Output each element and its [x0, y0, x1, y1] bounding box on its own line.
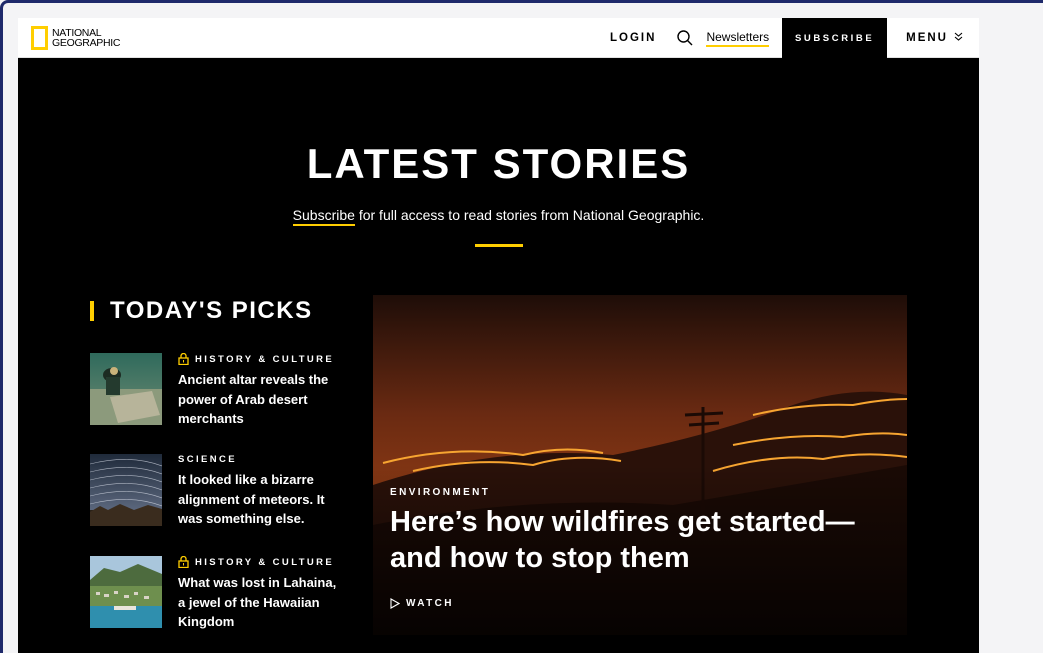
heading-accent-bar: [90, 301, 94, 321]
natgeo-logo[interactable]: NATIONAL GEOGRAPHIC: [31, 25, 120, 51]
feature-story-card[interactable]: ENVIRONMENT Here’s how wildfires get sta…: [373, 295, 907, 635]
browser-frame: NATIONAL GEOGRAPHIC LOGIN Newsletters SU…: [0, 0, 1043, 653]
subtitle: Subscribe for full access to read storie…: [18, 207, 979, 226]
subscribe-link[interactable]: Subscribe: [292, 207, 355, 226]
title-underline: [475, 244, 523, 247]
menu-label: MENU: [906, 32, 948, 44]
pick-headline[interactable]: It looked like a bizarre alignment of me…: [178, 470, 343, 529]
pick-thumbnail-diver[interactable]: [90, 353, 162, 425]
lock-icon: [178, 556, 189, 568]
chevron-down-icon: [954, 32, 963, 44]
play-icon: [390, 598, 400, 609]
feature-headline[interactable]: Here’s how wildfires get started—and how…: [390, 504, 890, 576]
pick-category: SCIENCE: [178, 454, 238, 465]
pick-thumbnail-star-trails[interactable]: [90, 454, 162, 526]
todays-picks-label: TODAY'S PICKS: [110, 297, 313, 324]
page-title: LATEST STORIES: [306, 140, 691, 187]
top-nav: NATIONAL GEOGRAPHIC LOGIN Newsletters SU…: [18, 18, 979, 58]
pick-headline[interactable]: What was lost in Lahaina, a jewel of the…: [178, 573, 343, 632]
pick-thumbnail-lahaina[interactable]: [90, 556, 162, 628]
pick-item-1[interactable]: HISTORY & CULTURE Ancient altar reveals …: [90, 353, 340, 433]
login-link[interactable]: LOGIN: [610, 32, 656, 44]
newsletters-link[interactable]: Newsletters: [706, 30, 770, 47]
subtitle-text: for full access to read stories from Nat…: [354, 207, 705, 223]
logo-line2: GEOGRAPHIC: [52, 37, 121, 49]
lock-icon: [178, 353, 189, 365]
todays-picks-heading: TODAY'S PICKS: [90, 297, 313, 325]
pick-headline[interactable]: Ancient altar reveals the power of Arab …: [178, 370, 343, 429]
watch-label: WATCH: [406, 598, 454, 609]
pick-item-3[interactable]: HISTORY & CULTURE What was lost in Lahai…: [90, 556, 340, 636]
feature-image-wildfire: [373, 295, 907, 635]
subscribe-label: SUBSCRIBE: [794, 32, 875, 44]
pick-category: HISTORY & CULTURE: [195, 353, 335, 365]
search-icon[interactable]: [676, 29, 694, 47]
feature-category: ENVIRONMENT: [390, 487, 491, 498]
page: NATIONAL GEOGRAPHIC LOGIN Newsletters SU…: [18, 18, 979, 653]
menu-button[interactable]: MENU: [887, 32, 979, 44]
pick-item-2[interactable]: SCIENCE It looked like a bizarre alignme…: [90, 454, 340, 534]
watch-button[interactable]: WATCH: [390, 598, 454, 609]
subscribe-button[interactable]: SUBSCRIBE: [782, 18, 888, 58]
pick-category: HISTORY & CULTURE: [195, 556, 335, 568]
logo-yellow-frame-icon: [31, 26, 48, 50]
